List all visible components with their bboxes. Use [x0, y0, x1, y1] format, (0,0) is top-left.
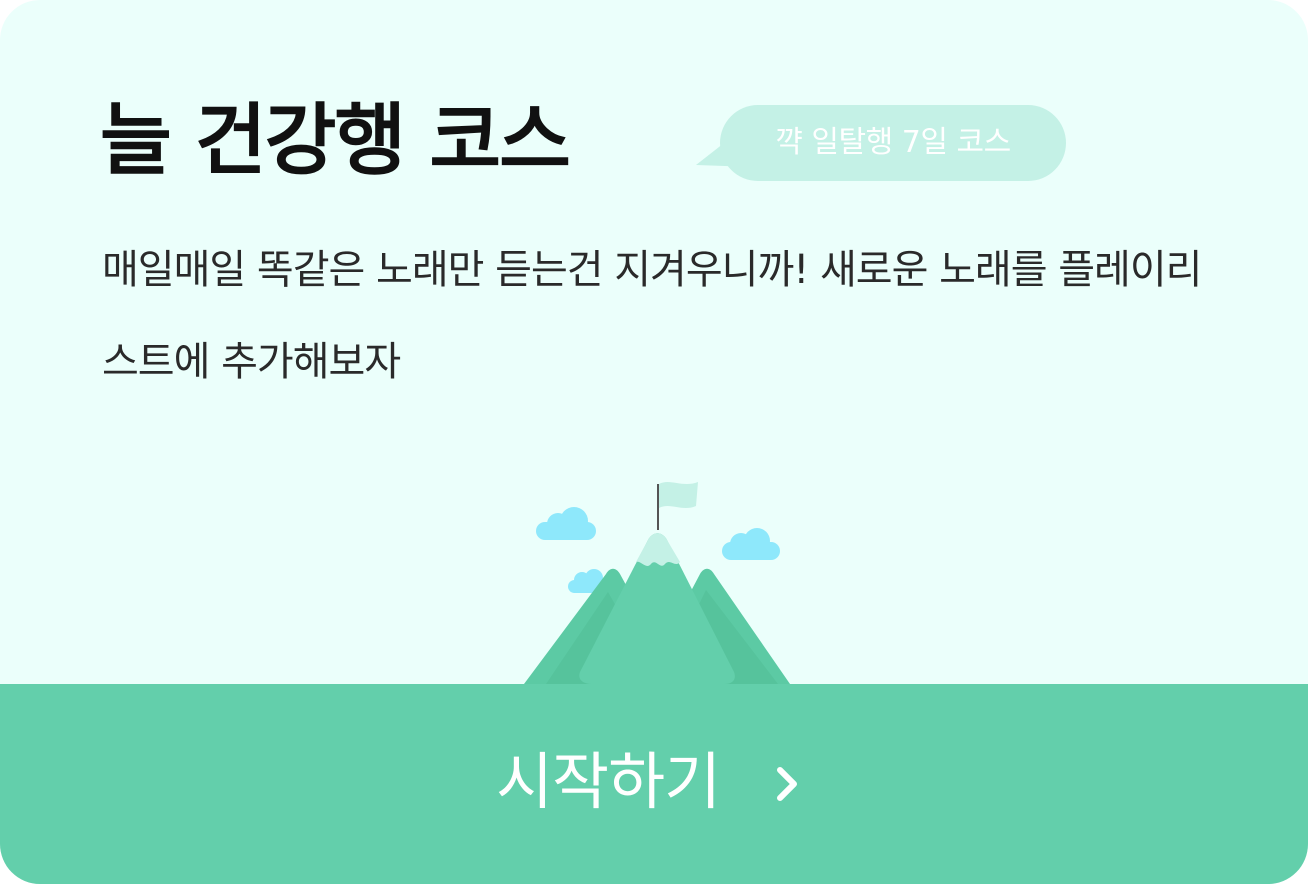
- course-badge: 꺅 일탈행 7일 코스: [694, 103, 1070, 181]
- course-card: 늘 건강행 코스 꺅 일탈행 7일 코스 매일매일 똑같은 노래만 듣는건 지겨…: [0, 0, 1308, 884]
- mountain-with-flag-illustration: [524, 482, 790, 684]
- start-button-label: 시작하기: [496, 745, 721, 818]
- course-title: 늘 건강행 코스: [100, 96, 571, 186]
- start-button[interactable]: 시작하기: [0, 684, 1308, 884]
- chevron-right-icon: [777, 767, 797, 801]
- course-description: 매일매일 똑같은 노래만 듣는건 지겨우니까! 새로운 노래를 플레이리스트에 …: [102, 247, 1202, 385]
- course-badge-label: 꺅 일탈행 7일 코스: [720, 105, 1066, 181]
